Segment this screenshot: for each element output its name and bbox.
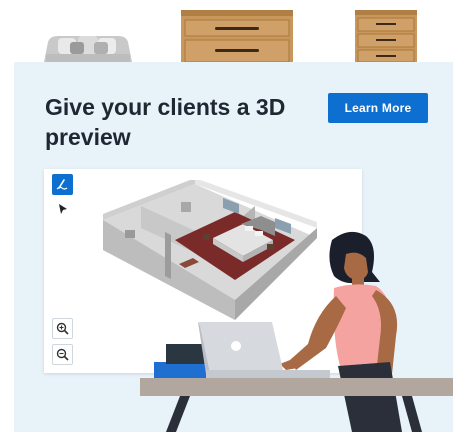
learn-more-button[interactable]: Learn More [328, 93, 428, 123]
draw-icon [56, 179, 68, 190]
zoom-in-icon [56, 322, 69, 335]
zoom-out-icon [56, 348, 69, 361]
product-chest-image[interactable] [355, 10, 417, 62]
zoom-in-button[interactable] [52, 318, 73, 339]
product-sofa-image[interactable] [38, 28, 138, 62]
pointer-icon [58, 203, 67, 214]
draw-tool-button[interactable] [52, 174, 73, 195]
pointer-tool-button[interactable] [52, 198, 73, 219]
product-dresser-image[interactable] [181, 10, 293, 62]
zoom-out-button[interactable] [52, 344, 73, 365]
person-laptop-illustration [140, 231, 453, 432]
promo-headline: Give your clients a 3D preview [45, 94, 286, 150]
